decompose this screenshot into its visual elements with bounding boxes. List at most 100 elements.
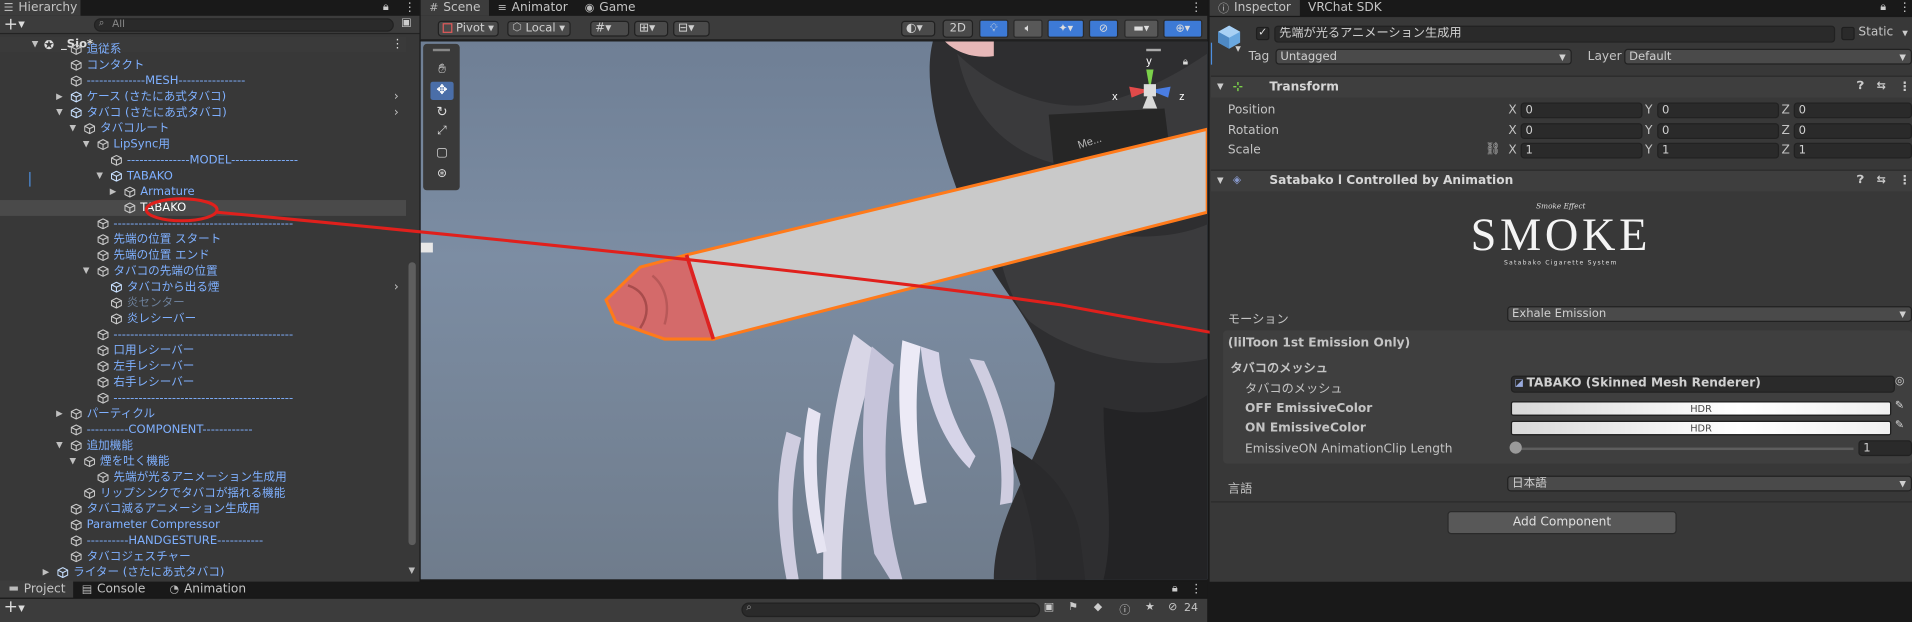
- favorites-star-icon[interactable]: ★: [1145, 601, 1155, 613]
- mesh-object-field[interactable]: TABAKO (Skinned Mesh Renderer): [1510, 375, 1895, 393]
- layer-dropdown[interactable]: Default ▼: [1624, 48, 1912, 65]
- help-icon[interactable]: ❓︎: [1857, 77, 1864, 98]
- hierarchy-row[interactable]: ----------HANDGESTURE-----------: [0, 533, 406, 549]
- tag-dropdown[interactable]: Untagged ▼: [1275, 48, 1572, 65]
- selected-row-tabako[interactable]: TABAKO: [0, 200, 407, 216]
- hierarchy-row[interactable]: ▼ タバコ (さたにあ式タバコ) ›: [0, 105, 406, 121]
- expand-arrow-icon[interactable]: ▼: [70, 454, 80, 470]
- inspector-more-icon[interactable]: ⋮: [1899, 1, 1911, 14]
- hierarchy-row[interactable]: ----------------------------------------…: [0, 216, 406, 232]
- tag-icon[interactable]: ◆: [1094, 601, 1102, 613]
- hierarchy-row[interactable]: 先端の位置 エンド: [0, 248, 406, 264]
- hierarchy-scrollbar[interactable]: [408, 262, 416, 546]
- clip-length-slider-track[interactable]: [1514, 447, 1854, 451]
- expand-arrow-icon[interactable]: ▼: [96, 168, 106, 184]
- expand-arrow-icon[interactable]: ▼: [70, 121, 80, 137]
- hierarchy-row[interactable]: リップシンクでタバコが揺れる機能: [0, 485, 406, 501]
- audio-toggle-icon[interactable]: 🔈︎: [1013, 19, 1043, 38]
- component-more-icon[interactable]: ⋮: [1899, 171, 1911, 192]
- collapse-arrow-icon[interactable]: ▶: [56, 89, 66, 105]
- tab-project[interactable]: ▬ Project: [0, 580, 74, 598]
- collapse-arrow-icon[interactable]: ▼: [1217, 77, 1224, 98]
- open-prefab-chevron-icon[interactable]: ›: [394, 105, 399, 121]
- expand-arrow-icon[interactable]: ▼: [56, 105, 66, 121]
- search-by-type-icon[interactable]: ▣: [1044, 601, 1054, 613]
- project-add-dropdown-icon[interactable]: ▼: [18, 604, 25, 614]
- gizmos-toggle-icon[interactable]: ⊕▾: [1163, 19, 1203, 38]
- bottom-lock-icon[interactable]: 🔒︎: [1172, 583, 1178, 595]
- tab-animator[interactable]: ≡ Animator: [489, 0, 576, 16]
- collapse-arrow-icon[interactable]: ▶: [43, 565, 53, 581]
- rotation-z-input[interactable]: 0: [1793, 123, 1912, 140]
- on-emissive-color-field[interactable]: HDR: [1510, 420, 1892, 436]
- rotation-x-input[interactable]: 0: [1520, 123, 1643, 140]
- static-checkbox[interactable]: [1841, 26, 1855, 41]
- hierarchy-row[interactable]: ----------COMPONENT------------: [0, 422, 406, 438]
- hierarchy-row[interactable]: ----------------------------------------…: [0, 327, 406, 343]
- rect-tool-icon[interactable]: ▢: [430, 146, 453, 163]
- clip-length-slider-handle[interactable]: [1509, 441, 1522, 454]
- add-component-button[interactable]: Add Component: [1447, 511, 1677, 535]
- toggle-2d-button[interactable]: 2D: [942, 19, 974, 38]
- tab-game[interactable]: ◉ Game: [576, 0, 644, 16]
- hierarchy-row[interactable]: タバコから出る煙 ›: [0, 279, 406, 295]
- presets-icon[interactable]: ⇆: [1877, 171, 1886, 192]
- add-icon[interactable]: +: [4, 15, 18, 35]
- tab-console[interactable]: ▤ Console: [73, 582, 161, 598]
- eyedropper-icon[interactable]: ✎: [1895, 400, 1904, 412]
- transform-tool-icon[interactable]: ⊛: [430, 167, 453, 184]
- orientation-gizmo[interactable]: 🔒︎ y x z: [1110, 48, 1203, 122]
- tab-hierarchy[interactable]: ☰ Hierarchy: [0, 0, 81, 16]
- eyedropper-icon[interactable]: ✎: [1895, 420, 1904, 432]
- hierarchy-row[interactable]: ▼ TABAKO: [0, 168, 406, 184]
- hierarchy-row[interactable]: 炎レシーバー: [0, 311, 406, 327]
- hierarchy-row[interactable]: 先端の位置 スタート: [0, 232, 406, 248]
- hierarchy-row[interactable]: ▶ Armature: [0, 184, 406, 200]
- hierarchy-row[interactable]: ----------------------------------------…: [0, 390, 406, 406]
- satabako-header[interactable]: ▼ ◈ Satabako l Controlled by Animation ❓…: [1210, 169, 1912, 192]
- hierarchy-row[interactable]: --------------MESH----------------: [0, 73, 406, 89]
- effects-toggle-icon[interactable]: ✦▾: [1047, 19, 1085, 38]
- position-z-input[interactable]: 0: [1793, 102, 1912, 119]
- more-menu-icon[interactable]: ⋮: [404, 1, 416, 14]
- hierarchy-row[interactable]: 口用レシーバー: [0, 343, 406, 359]
- tab-inspector[interactable]: ⓘ Inspector: [1209, 0, 1300, 16]
- gameobject-dropdown-icon[interactable]: ▼: [1235, 45, 1241, 54]
- collapse-arrow-icon[interactable]: ▶: [56, 406, 66, 422]
- scale-tool-icon[interactable]: ⤢: [430, 124, 453, 141]
- scene-viewport[interactable]: Me... ✋︎ ✥ ↻ ⤢ ▢ ⊛ 🔒︎ y x z: [420, 41, 1208, 580]
- hierarchy-search-input[interactable]: All: [93, 18, 394, 32]
- inspector-lock-icon[interactable]: 🔒︎: [1880, 1, 1886, 13]
- open-prefab-chevron-icon[interactable]: ›: [394, 279, 399, 295]
- rotation-y-input[interactable]: 0: [1657, 123, 1780, 140]
- language-dropdown[interactable]: 日本語 ▼: [1507, 475, 1912, 492]
- expand-arrow-icon[interactable]: ▼: [83, 263, 93, 279]
- lock-icon[interactable]: 🔒︎: [383, 1, 389, 13]
- hierarchy-row[interactable]: Parameter Compressor: [0, 517, 406, 533]
- off-emissive-color-field[interactable]: HDR: [1510, 401, 1892, 416]
- expand-arrow-icon[interactable]: ▼: [56, 438, 66, 454]
- hand-tool-icon[interactable]: ✋︎: [430, 61, 453, 78]
- transform-header[interactable]: ▼ ⊹ Transform ❓︎ ⇆ ⋮: [1210, 75, 1912, 98]
- clip-length-input[interactable]: 1: [1858, 440, 1912, 457]
- hierarchy-row[interactable]: 先端が光るアニメーション生成用: [0, 470, 406, 486]
- hierarchy-row[interactable]: 炎センター: [0, 295, 406, 311]
- collapse-arrow-icon[interactable]: ▶: [110, 184, 120, 200]
- hierarchy-row[interactable]: ---------------MODEL----------------: [0, 152, 406, 168]
- object-picker-icon[interactable]: ◎: [1895, 376, 1905, 388]
- hierarchy-row[interactable]: ▼ 追加機能: [0, 438, 406, 454]
- open-prefab-chevron-icon[interactable]: ›: [394, 89, 399, 105]
- hierarchy-row[interactable]: コンタクト: [0, 57, 406, 73]
- hierarchy-row[interactable]: 右手レシーバー: [0, 374, 406, 390]
- grid-snap-button[interactable]: #▾: [590, 20, 630, 37]
- hierarchy-row[interactable]: ▼ LipSync用: [0, 137, 406, 153]
- rotate-tool-icon[interactable]: ↻: [430, 104, 453, 121]
- hierarchy-row[interactable]: ▼ 煙を吐く機能: [0, 454, 406, 470]
- hierarchy-row[interactable]: ▼ タバコルート: [0, 121, 406, 137]
- presets-icon[interactable]: ⇆: [1877, 77, 1886, 98]
- position-y-input[interactable]: 0: [1657, 102, 1780, 119]
- info-toggle-icon[interactable]: ⓘ: [1119, 601, 1130, 617]
- dropdown-arrow-icon[interactable]: ▼: [18, 20, 25, 30]
- active-checkbox[interactable]: ✓: [1255, 26, 1270, 41]
- object-name-field[interactable]: 先端が光るアニメーション生成用: [1274, 25, 1836, 43]
